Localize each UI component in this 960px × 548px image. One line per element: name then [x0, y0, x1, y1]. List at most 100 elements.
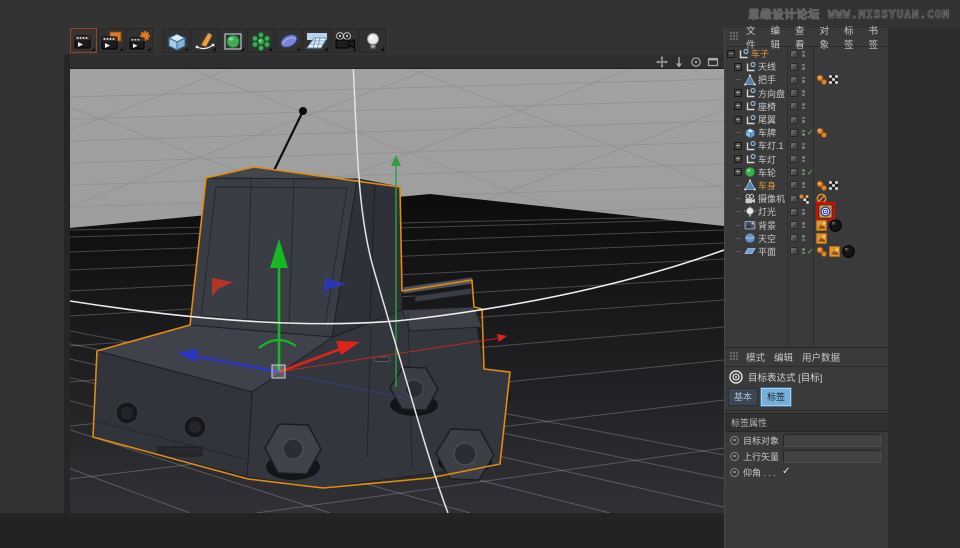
floor-object-icon[interactable] [303, 28, 330, 53]
object-name[interactable]: 摄像机 [758, 192, 785, 205]
object-row[interactable]: 灯光 [725, 202, 888, 222]
object-row[interactable]: − 车子 [725, 47, 888, 60]
panel-grip-icon[interactable] [729, 348, 739, 366]
object-name[interactable]: 灯光 [758, 205, 776, 218]
background-object-icon[interactable] [744, 219, 756, 231]
layer-chip-icon[interactable] [787, 89, 800, 98]
visibility-dots[interactable] [799, 194, 809, 204]
object-name[interactable]: 方向盘 [758, 87, 785, 100]
array-generator-icon[interactable] [247, 28, 274, 53]
expand-icon[interactable]: + [734, 141, 742, 150]
visibility-dots[interactable] [800, 129, 807, 136]
phong-tag-icon[interactable] [816, 180, 827, 191]
render-view-icon[interactable] [70, 28, 97, 53]
visibility-dots[interactable] [800, 103, 807, 110]
visibility-dots[interactable] [800, 50, 807, 57]
visibility-dots[interactable] [800, 169, 807, 176]
object-name[interactable]: 天空 [758, 232, 776, 245]
expand-icon[interactable]: + [734, 155, 742, 164]
object-row[interactable]: 天空 [725, 232, 888, 245]
visibility-dots[interactable] [800, 222, 807, 229]
layer-chip-icon[interactable] [787, 168, 800, 177]
null-object-icon[interactable] [744, 140, 756, 152]
visibility-dots[interactable] [800, 142, 807, 149]
viewport-3d-scene[interactable] [70, 69, 724, 513]
animation-dot-icon[interactable] [730, 467, 739, 477]
expand-icon[interactable]: + [734, 89, 742, 98]
object-row[interactable]: 车牌 ✓ [725, 126, 888, 139]
attribute-manager-menu-1[interactable]: 编辑 [774, 350, 793, 364]
object-name[interactable]: 座椅 [758, 100, 776, 113]
pen-spline-icon[interactable] [191, 28, 218, 53]
phong-tag-icon[interactable] [816, 127, 827, 139]
object-row[interactable]: + 尾翼 [725, 113, 888, 126]
layer-chip-icon[interactable] [787, 207, 800, 216]
subdivision-surface-icon[interactable] [219, 28, 246, 53]
object-row[interactable]: + 天线 [725, 60, 888, 73]
null-object-icon[interactable] [744, 153, 756, 165]
material-tag-icon[interactable] [829, 218, 842, 232]
object-row[interactable]: 车身 [725, 179, 888, 192]
link-field[interactable] [783, 449, 882, 463]
checkbox[interactable]: ✓ [782, 467, 790, 477]
object-row[interactable]: + 车灯 [725, 153, 888, 166]
layer-chip-icon[interactable] [787, 234, 800, 243]
object-row[interactable]: 把手 [725, 73, 888, 86]
dolly-icon[interactable] [673, 56, 685, 68]
tab-tag[interactable]: 标签 [760, 387, 793, 407]
toggle-view-icon[interactable] [707, 56, 719, 68]
sphere-object-icon[interactable] [744, 166, 756, 178]
layer-chip-icon[interactable] [787, 247, 800, 256]
edit-render-settings-icon[interactable] [126, 28, 153, 53]
layer-chip-icon[interactable] [787, 128, 800, 137]
link-field[interactable] [783, 433, 882, 447]
object-name[interactable]: 车身 [758, 179, 776, 192]
visibility-dots[interactable] [800, 76, 807, 83]
object-row[interactable]: + 座椅 [725, 100, 888, 113]
null-object-icon[interactable] [737, 48, 749, 60]
visibility-dots[interactable] [800, 182, 807, 189]
camera-object-icon[interactable] [744, 193, 756, 205]
object-row[interactable]: + 方向盘 [725, 87, 888, 100]
attribute-manager-menu-2[interactable]: 用户数据 [802, 350, 840, 364]
viewport-3d[interactable] [70, 55, 724, 513]
visibility-dots[interactable] [800, 63, 807, 70]
poly-object-icon[interactable] [744, 179, 756, 191]
object-name[interactable]: 尾翼 [758, 113, 776, 126]
enabled-check[interactable]: ✓ [807, 168, 814, 177]
null-object-icon[interactable] [744, 61, 756, 73]
null-object-icon[interactable] [744, 87, 756, 99]
visibility-dots[interactable] [800, 90, 807, 97]
layer-chip-icon[interactable] [787, 62, 800, 71]
layer-chip-icon[interactable] [787, 102, 800, 111]
object-row[interactable]: 平面 ✓ [725, 245, 888, 258]
null-object-icon[interactable] [744, 114, 756, 126]
collapse-icon[interactable]: − [727, 49, 735, 58]
texture-tag-icon[interactable] [816, 219, 827, 231]
object-name[interactable]: 车灯.1 [758, 139, 784, 152]
layer-chip-icon[interactable] [787, 155, 800, 164]
object-name[interactable]: 平面 [758, 245, 776, 258]
visibility-dots[interactable] [800, 116, 807, 123]
layer-chip-icon[interactable] [787, 115, 800, 124]
light-object-icon[interactable] [359, 28, 386, 53]
render-to-picture-viewer-icon[interactable] [98, 28, 125, 53]
pan-icon[interactable] [656, 55, 668, 68]
object-row[interactable]: 背景 [725, 218, 888, 232]
texture-tag-icon[interactable] [829, 245, 840, 257]
cube-object-icon[interactable] [744, 127, 756, 139]
plane-object-icon[interactable] [744, 245, 756, 257]
expand-icon[interactable]: + [734, 115, 742, 124]
expand-icon[interactable]: + [734, 102, 742, 111]
animation-dot-icon[interactable] [730, 451, 739, 461]
visibility-dots[interactable] [800, 248, 807, 255]
visibility-dots[interactable] [800, 156, 807, 163]
object-name[interactable]: 车牌 [758, 126, 776, 139]
material-tag-icon[interactable] [842, 245, 855, 258]
object-name[interactable]: 车子 [751, 47, 769, 60]
object-name[interactable]: 背景 [758, 219, 776, 232]
rotate-icon[interactable] [690, 56, 702, 68]
layer-chip-icon[interactable] [787, 75, 800, 84]
animation-dot-icon[interactable] [730, 435, 739, 445]
camera-object-icon[interactable] [331, 28, 358, 53]
